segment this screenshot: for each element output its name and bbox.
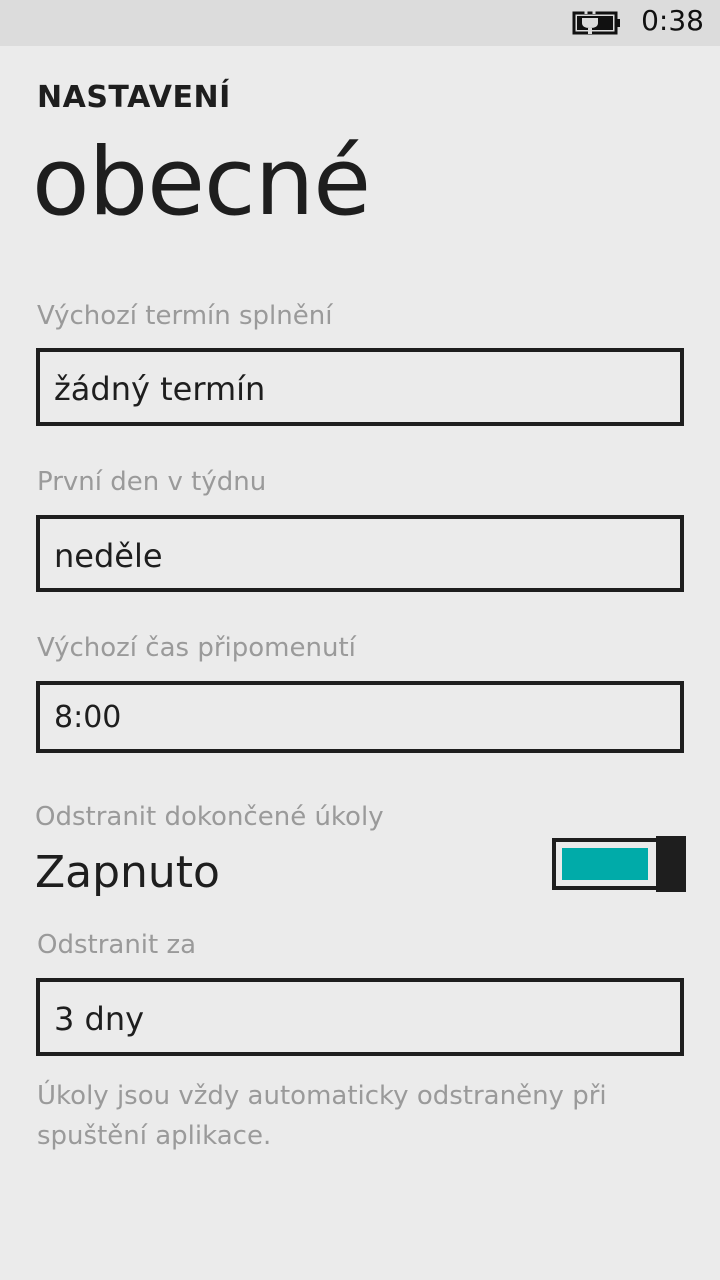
remove-after-label: Odstranit za <box>37 930 197 960</box>
battery-charging-icon <box>572 10 620 35</box>
clock: 0:38 <box>641 4 704 37</box>
info-note: Úkoly jsou vždy automaticky odstraněny p… <box>37 1081 607 1151</box>
first-day-value: neděle <box>54 537 163 575</box>
app-title: NASTAVENÍ <box>37 80 231 115</box>
default-due-picker[interactable]: žádný termín <box>36 348 684 426</box>
reminder-time-value: 8:00 <box>54 700 122 735</box>
toggle-track <box>552 838 672 890</box>
remove-after-value: 3 dny <box>54 1000 145 1038</box>
remove-completed-state: Zapnuto <box>35 847 220 898</box>
reminder-time-label: Výchozí čas připomenutí <box>37 633 356 663</box>
first-day-picker[interactable]: neděle <box>36 515 684 592</box>
default-due-label: Výchozí termín splnění <box>37 301 333 331</box>
toggle-thumb[interactable] <box>656 836 686 892</box>
remove-completed-label: Odstranit dokončené úkoly <box>35 802 384 832</box>
remove-completed-toggle[interactable] <box>552 836 686 892</box>
toggle-fill <box>562 848 648 880</box>
reminder-time-picker[interactable]: 8:00 <box>36 681 684 753</box>
first-day-label: První den v týdnu <box>37 467 267 497</box>
page-title: obecné <box>32 128 371 237</box>
status-bar: 0:38 <box>0 0 720 46</box>
remove-after-picker[interactable]: 3 dny <box>36 978 684 1056</box>
default-due-value: žádný termín <box>54 370 266 408</box>
